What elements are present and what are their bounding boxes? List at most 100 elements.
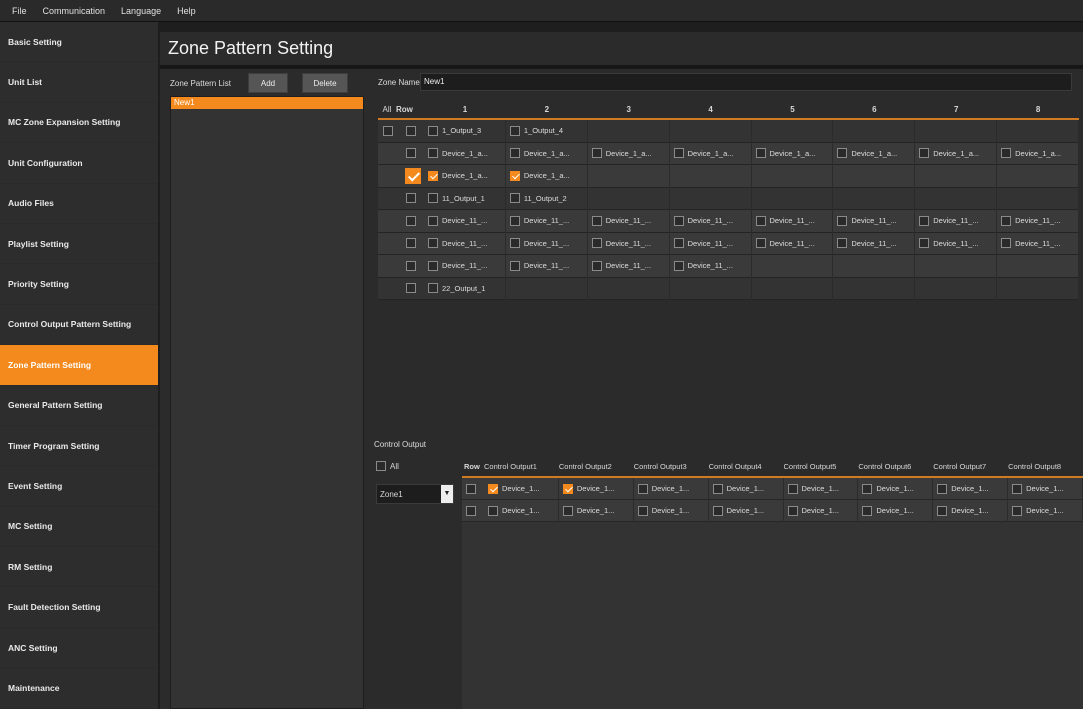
grid-cell[interactable]: Device_1... <box>559 477 634 500</box>
sidebar-item-audio-files[interactable]: Audio Files <box>0 184 158 224</box>
cell-checkbox[interactable] <box>673 260 684 271</box>
sidebar-item-anc-setting[interactable]: ANC Setting <box>0 628 158 669</box>
cell-checkbox[interactable] <box>428 283 438 294</box>
cell-checkbox[interactable] <box>837 238 848 249</box>
sidebar-item-rm-setting[interactable]: RM Setting <box>0 547 158 588</box>
cell-checkbox[interactable] <box>937 505 948 516</box>
grid-cell[interactable]: Device_1_a... <box>670 142 752 165</box>
grid-cell[interactable]: Device_1_a... <box>506 164 588 187</box>
sidebar-item-mc-zone-expansion-setting[interactable]: MC Zone Expansion Setting <box>0 103 158 144</box>
sidebar-item-basic-setting[interactable]: Basic Setting <box>0 22 158 63</box>
grid-cell[interactable]: Device_11_... <box>997 209 1079 232</box>
list-item[interactable]: New1 <box>171 97 363 109</box>
cell-checkbox[interactable] <box>509 148 520 159</box>
all-checkbox[interactable] <box>376 461 386 471</box>
cell-checkbox[interactable] <box>428 125 438 136</box>
row-checkbox[interactable] <box>406 260 416 271</box>
cell-checkbox[interactable] <box>428 260 438 271</box>
grid-cell[interactable]: Device_1... <box>784 499 859 522</box>
grid-cell[interactable]: Device_11_... <box>506 254 588 277</box>
cell-checkbox[interactable] <box>637 505 648 516</box>
cell-checkbox[interactable] <box>562 483 573 494</box>
cell-checkbox[interactable] <box>755 238 766 249</box>
cell-checkbox[interactable] <box>937 483 948 494</box>
cell-checkbox[interactable] <box>673 238 684 249</box>
cell-checkbox[interactable] <box>509 260 520 271</box>
grid-cell[interactable]: Device_11_... <box>670 209 752 232</box>
grid-cell[interactable]: Device_11_... <box>915 209 998 232</box>
grid-cell[interactable]: Device_11_... <box>915 232 998 255</box>
cell-checkbox[interactable] <box>488 483 498 494</box>
cell-checkbox[interactable] <box>591 148 602 159</box>
grid-cell[interactable]: 11_Output_1 <box>424 187 506 210</box>
sidebar-item-playlist-setting[interactable]: Playlist Setting <box>0 224 158 265</box>
row-checkbox[interactable] <box>406 148 416 159</box>
grid-cell[interactable]: Device_11_... <box>424 209 506 232</box>
sidebar-item-fault-detection-setting[interactable]: Fault Detection Setting <box>0 587 158 628</box>
sidebar-item-zone-pattern-setting[interactable]: Zone Pattern Setting <box>0 345 158 386</box>
cell-checkbox[interactable] <box>428 193 438 204</box>
grid-cell[interactable]: Device_1_a... <box>915 142 998 165</box>
grid-cell[interactable]: Device_11_... <box>670 232 752 255</box>
cell-checkbox[interactable] <box>919 215 930 226</box>
sidebar-item-timer-program-setting[interactable]: Timer Program Setting <box>0 426 158 467</box>
grid-cell[interactable]: Device_11_... <box>997 232 1079 255</box>
grid-cell[interactable]: Device_11_... <box>424 254 506 277</box>
cell-checkbox[interactable] <box>591 238 602 249</box>
row-checkbox[interactable] <box>466 505 476 516</box>
cell-checkbox[interactable] <box>428 170 438 181</box>
zone-select[interactable]: Zone1 ▼ <box>376 484 454 504</box>
grid-cell[interactable]: Device_1_a... <box>997 142 1079 165</box>
grid-cell[interactable]: Device_11_... <box>670 254 752 277</box>
grid-cell[interactable]: Device_1... <box>858 499 934 522</box>
control-output-all[interactable]: All <box>376 461 399 471</box>
sidebar-item-unit-configuration[interactable]: Unit Configuration <box>0 143 158 184</box>
cell-checkbox[interactable] <box>1001 215 1012 226</box>
grid-cell[interactable]: Device_1_a... <box>424 164 506 187</box>
row-checkbox[interactable] <box>406 283 416 294</box>
cell-checkbox[interactable] <box>712 505 723 516</box>
zone-pattern-list[interactable]: New1 <box>170 96 364 709</box>
menu-language[interactable]: Language <box>113 6 169 16</box>
menu-communication[interactable]: Communication <box>35 6 114 16</box>
cell-checkbox[interactable] <box>673 215 684 226</box>
sidebar-item-unit-list[interactable]: Unit List <box>0 62 158 103</box>
cell-checkbox[interactable] <box>837 148 848 159</box>
cell-checkbox[interactable] <box>755 215 766 226</box>
cell-checkbox[interactable] <box>1012 483 1023 494</box>
grid-cell[interactable]: Device_11_... <box>588 232 670 255</box>
grid-cell[interactable]: Device_1... <box>484 477 559 500</box>
cell-checkbox[interactable] <box>509 193 520 204</box>
sidebar-item-maintenance[interactable]: Maintenance <box>0 668 158 709</box>
cell-checkbox[interactable] <box>1012 505 1023 516</box>
sidebar-item-priority-setting[interactable]: Priority Setting <box>0 264 158 305</box>
sidebar-item-general-pattern-setting[interactable]: General Pattern Setting <box>0 386 158 426</box>
all-checkbox[interactable] <box>383 125 393 136</box>
cell-checkbox[interactable] <box>591 215 602 226</box>
grid-cell[interactable]: Device_1... <box>559 499 634 522</box>
cell-checkbox[interactable] <box>509 170 520 181</box>
chevron-down-icon[interactable]: ▼ <box>441 485 453 503</box>
zone-name-input[interactable]: New1 <box>420 73 1072 91</box>
cell-checkbox[interactable] <box>428 148 438 159</box>
grid-cell[interactable]: Device_1... <box>634 499 709 522</box>
cell-checkbox[interactable] <box>428 238 438 249</box>
grid-cell[interactable]: Device_1_a... <box>506 142 588 165</box>
grid-cell[interactable]: Device_1... <box>1008 477 1083 500</box>
row-checkbox[interactable] <box>466 483 476 494</box>
grid-cell[interactable]: Device_11_... <box>588 254 670 277</box>
delete-button[interactable]: Delete <box>302 73 348 93</box>
row-checkbox[interactable] <box>406 215 416 226</box>
row-checkbox[interactable] <box>406 238 416 249</box>
cell-checkbox[interactable] <box>787 483 798 494</box>
grid-cell[interactable]: Device_1_a... <box>752 142 834 165</box>
cell-checkbox[interactable] <box>428 215 438 226</box>
cell-checkbox[interactable] <box>637 483 648 494</box>
grid-cell[interactable]: Device_1... <box>858 477 934 500</box>
grid-cell[interactable]: 11_Output_2 <box>506 187 588 210</box>
grid-cell[interactable]: Device_11_... <box>752 232 834 255</box>
grid-cell[interactable]: Device_11_... <box>833 232 916 255</box>
grid-cell[interactable]: Device_1... <box>709 499 784 522</box>
grid-cell[interactable]: Device_1_a... <box>833 142 916 165</box>
grid-cell[interactable]: Device_1... <box>933 499 1009 522</box>
